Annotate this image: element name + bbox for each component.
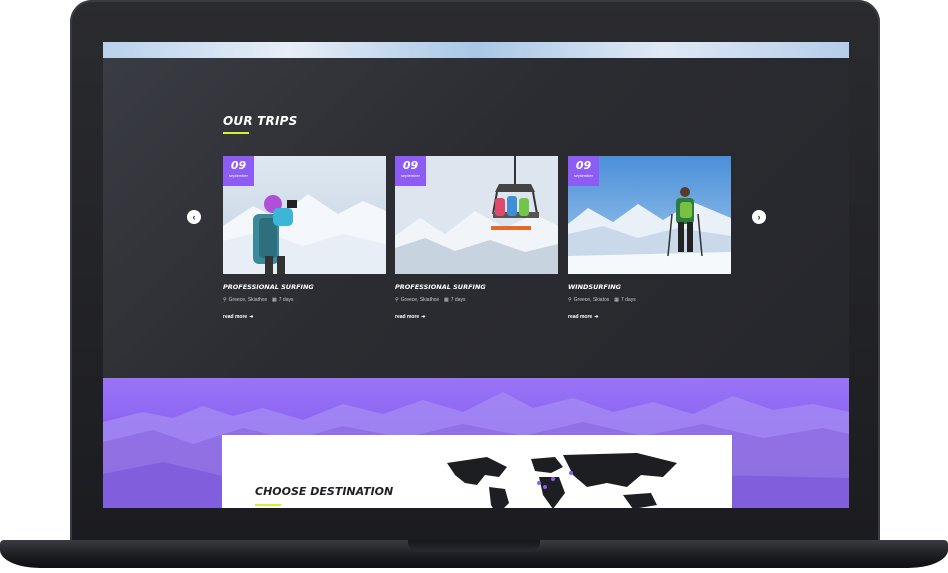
date-month: september <box>574 173 593 178</box>
calendar-icon: ▦ <box>444 297 449 303</box>
date-badge: 09 september <box>568 156 599 186</box>
title-underline <box>223 132 249 134</box>
destination-card: CHOOSE DESTINATION <box>222 435 732 508</box>
trip-location: Greece, Skiathos <box>228 297 268 303</box>
trip-card[interactable]: 09 september PROFESSIONAL SURFING ⚲ Gree… <box>223 156 386 331</box>
trip-card[interactable]: 09 september PROFESSIONAL SURFING ⚲ Gree… <box>395 156 558 331</box>
read-more-label[interactable]: read more <box>223 314 247 320</box>
trip-title[interactable]: PROFESSIONAL SURFING <box>395 283 486 291</box>
arrow-right-icon: ➜ <box>249 314 254 320</box>
read-more-label[interactable]: read more <box>395 314 419 320</box>
arrow-right-icon: ➜ <box>594 314 599 320</box>
carousel-next-button[interactable]: › <box>752 210 766 224</box>
trip-card[interactable]: 09 september WINDSURFING ⚲ Greece, Skiat… <box>568 156 731 331</box>
date-day: 09 <box>230 159 247 172</box>
read-more-link[interactable]: read more ➜ <box>568 314 598 320</box>
trip-meta: ⚲ Greece, Skiathos ▦ 7 days <box>223 297 294 303</box>
trip-location: Greece, Skiatos <box>573 297 610 303</box>
date-badge: 09 september <box>223 156 254 186</box>
date-month: september <box>229 173 248 178</box>
calendar-icon: ▦ <box>272 297 277 303</box>
chevron-left-icon: ‹ <box>192 211 196 222</box>
laptop-notch <box>408 540 540 552</box>
trip-duration: 7 days <box>450 297 466 303</box>
section-title: OUR TRIPS <box>223 114 298 128</box>
read-more-label[interactable]: read more <box>568 314 592 320</box>
trip-meta: ⚲ Greece, Skiatos ▦ 7 days <box>568 297 636 303</box>
trip-title[interactable]: WINDSURFING <box>568 283 621 291</box>
carousel-prev-button[interactable]: ‹ <box>187 210 201 224</box>
trip-meta: ⚲ Greece, Skiathos ▦ 7 days <box>395 297 466 303</box>
map-pin-icon: ⚲ <box>395 297 399 303</box>
map-pin-icon: ⚲ <box>223 297 227 303</box>
read-more-link[interactable]: read more ➜ <box>395 314 425 320</box>
destination-title-underline <box>255 504 281 506</box>
chevron-right-icon: › <box>757 211 761 222</box>
arrow-right-icon: ➜ <box>421 314 426 320</box>
date-day: 09 <box>402 159 419 172</box>
trip-title[interactable]: PROFESSIONAL SURFING <box>223 283 314 291</box>
trip-location: Greece, Skiathos <box>400 297 440 303</box>
destination-title: CHOOSE DESTINATION <box>255 485 394 498</box>
calendar-icon: ▦ <box>614 297 619 303</box>
world-map[interactable] <box>427 453 682 508</box>
date-month: september <box>401 173 420 178</box>
hero-image-strip <box>103 42 849 58</box>
trips-section: OUR TRIPS ‹ › 09 september PROFESSIONAL … <box>103 58 849 378</box>
date-day: 09 <box>575 159 592 172</box>
laptop-screen: OUR TRIPS ‹ › 09 september PROFESSIONAL … <box>103 42 849 508</box>
trip-duration: 7 days <box>278 297 294 303</box>
map-pin-icon: ⚲ <box>568 297 572 303</box>
destination-section: CHOOSE DESTINATION <box>103 378 849 508</box>
trip-duration: 7 days <box>620 297 636 303</box>
date-badge: 09 september <box>395 156 426 186</box>
read-more-link[interactable]: read more ➜ <box>223 314 253 320</box>
